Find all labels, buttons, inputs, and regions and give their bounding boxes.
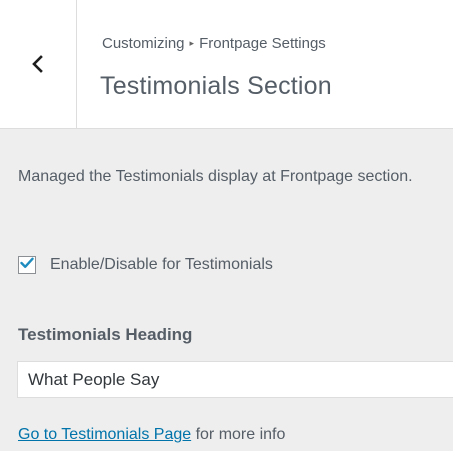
testimonials-heading-label: Testimonials Heading <box>18 325 193 344</box>
enable-testimonials-control[interactable]: Enable/Disable for Testimonials <box>18 256 273 274</box>
section-description: Managed the Testimonials display at Fron… <box>18 168 413 185</box>
testimonials-heading-input[interactable] <box>17 361 453 398</box>
breadcrumb-section: Frontpage Settings <box>199 35 326 52</box>
info-suffix: for more info <box>191 426 286 443</box>
back-button[interactable] <box>0 0 77 128</box>
breadcrumb: Customizing ▸ Frontpage Settings <box>102 35 326 52</box>
page-title: Testimonials Section <box>100 72 332 100</box>
enable-testimonials-checkbox[interactable] <box>18 256 36 274</box>
section-header: Customizing ▸ Frontpage Settings Testimoni… <box>0 0 453 129</box>
info-line: Go to Testimonials Page for more info <box>18 426 285 444</box>
breadcrumb-separator: ▸ <box>189 38 195 48</box>
enable-testimonials-label: Enable/Disable for Testimonials <box>50 256 273 273</box>
checkmark-icon <box>20 256 34 274</box>
chevron-left-icon <box>31 54 45 74</box>
testimonials-page-link[interactable]: Go to Testimonials Page <box>18 426 191 443</box>
breadcrumb-parent: Customizing <box>102 35 185 52</box>
